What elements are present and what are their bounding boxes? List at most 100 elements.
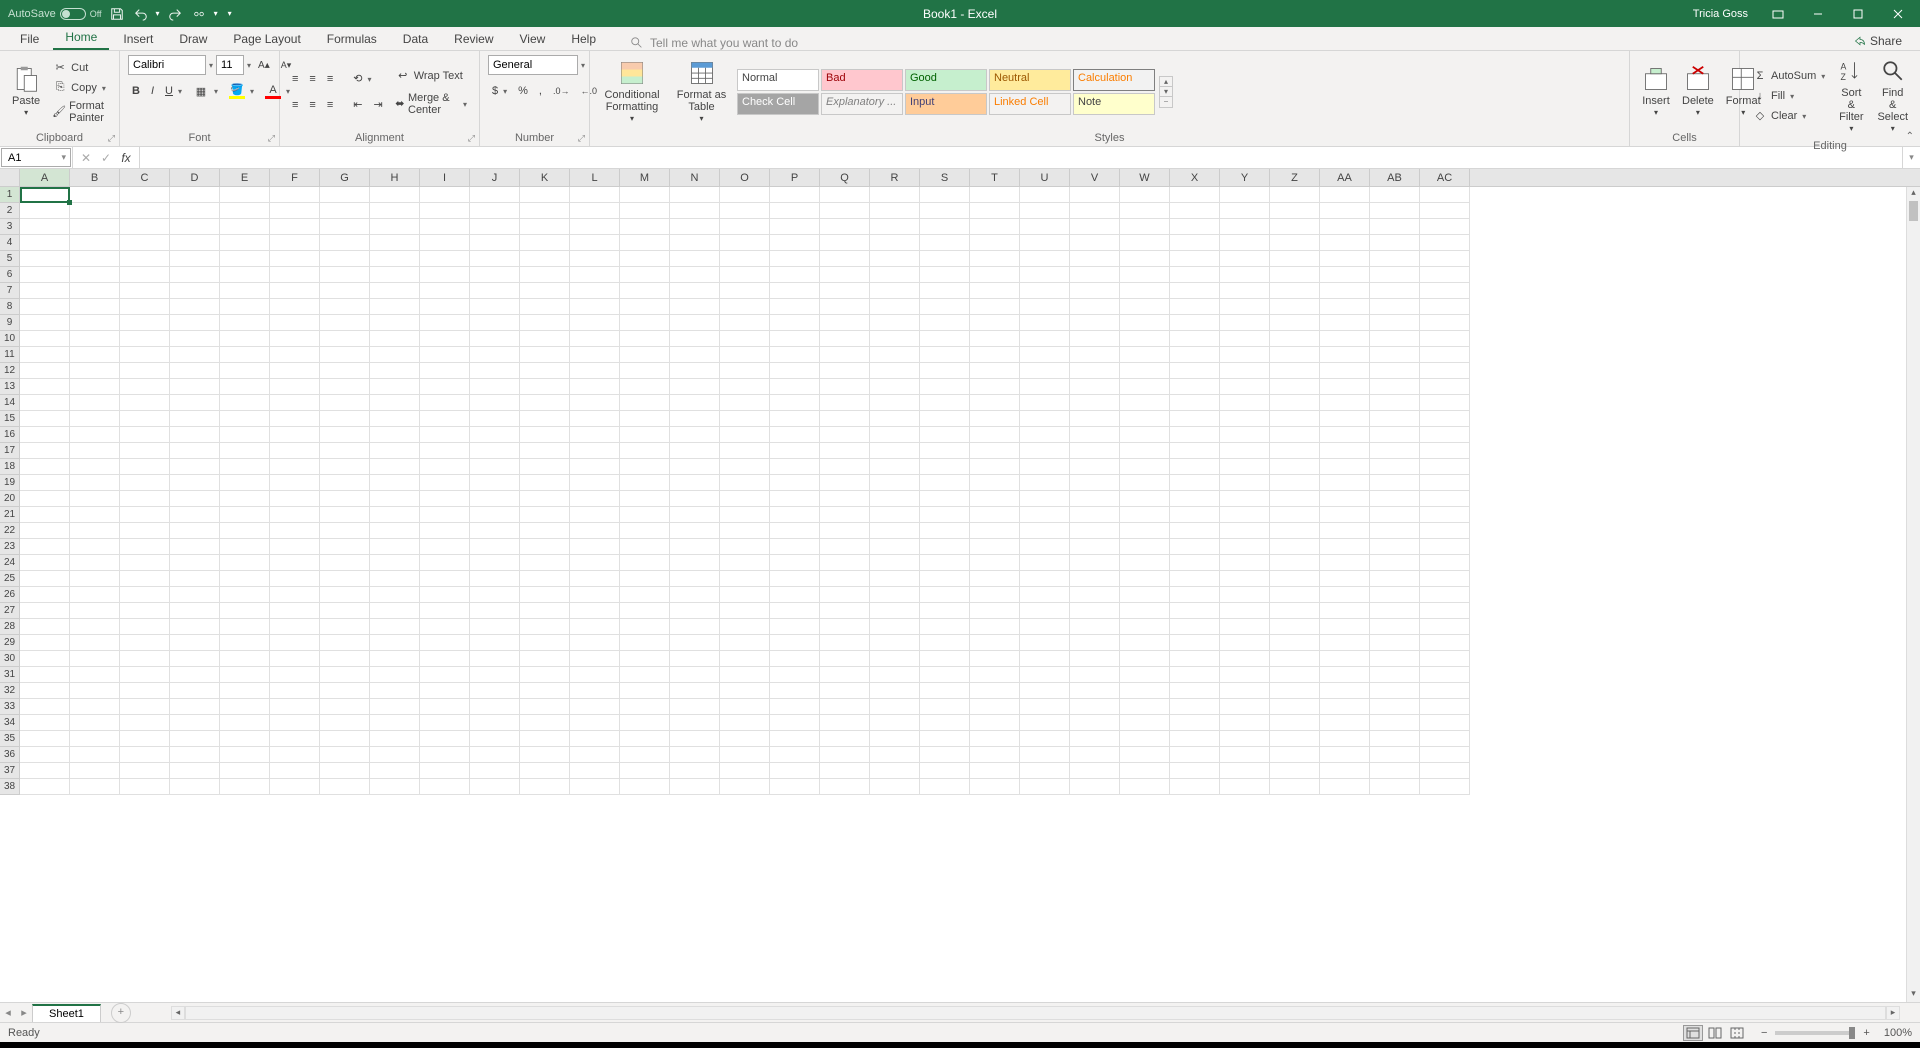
cell[interactable] — [170, 571, 220, 587]
cell[interactable] — [820, 699, 870, 715]
cell[interactable] — [670, 539, 720, 555]
cell[interactable] — [1020, 539, 1070, 555]
cell[interactable] — [670, 219, 720, 235]
cell[interactable] — [320, 347, 370, 363]
cell[interactable] — [670, 427, 720, 443]
cell[interactable] — [1320, 395, 1370, 411]
cell[interactable] — [1020, 587, 1070, 603]
style-neutral[interactable]: Neutral — [989, 69, 1071, 91]
cell[interactable] — [1170, 363, 1220, 379]
cell[interactable] — [820, 635, 870, 651]
column-header[interactable]: Q — [820, 169, 870, 186]
cell[interactable] — [1270, 187, 1320, 203]
cell[interactable] — [420, 283, 470, 299]
cell[interactable] — [1420, 427, 1470, 443]
cell[interactable] — [220, 443, 270, 459]
cell[interactable] — [720, 235, 770, 251]
cell[interactable] — [1120, 603, 1170, 619]
cell[interactable] — [1270, 395, 1320, 411]
cell[interactable] — [220, 587, 270, 603]
cell[interactable] — [620, 235, 670, 251]
sheet-nav-prev[interactable]: ◂ — [0, 1006, 16, 1019]
cell[interactable] — [1270, 603, 1320, 619]
cell[interactable] — [20, 203, 70, 219]
cell[interactable] — [1270, 315, 1320, 331]
cell[interactable] — [20, 747, 70, 763]
cell[interactable] — [820, 507, 870, 523]
enter-formula-button[interactable]: ✓ — [97, 151, 115, 165]
cell[interactable] — [520, 363, 570, 379]
cell[interactable] — [1020, 363, 1070, 379]
tab-data[interactable]: Data — [391, 28, 440, 50]
cell[interactable] — [70, 283, 120, 299]
cell[interactable] — [1420, 587, 1470, 603]
cell[interactable] — [570, 235, 620, 251]
cell[interactable] — [270, 379, 320, 395]
style-normal[interactable]: Normal — [737, 69, 819, 91]
cell[interactable] — [120, 587, 170, 603]
cell[interactable] — [70, 619, 120, 635]
cell[interactable] — [1270, 571, 1320, 587]
cell[interactable] — [920, 779, 970, 795]
cell[interactable] — [370, 763, 420, 779]
cell[interactable] — [770, 747, 820, 763]
cell[interactable] — [1420, 491, 1470, 507]
cell[interactable] — [70, 347, 120, 363]
cell[interactable] — [770, 363, 820, 379]
cell[interactable] — [1170, 715, 1220, 731]
cell[interactable] — [320, 411, 370, 427]
cell[interactable] — [1220, 507, 1270, 523]
cell[interactable] — [120, 475, 170, 491]
cell[interactable] — [370, 363, 420, 379]
cell[interactable] — [1370, 187, 1420, 203]
cell[interactable] — [720, 475, 770, 491]
cell[interactable] — [1270, 763, 1320, 779]
cell[interactable] — [420, 235, 470, 251]
cell[interactable] — [270, 395, 320, 411]
column-header[interactable]: F — [270, 169, 320, 186]
row-header[interactable]: 19 — [0, 475, 20, 491]
cell[interactable] — [670, 635, 720, 651]
cell[interactable] — [720, 267, 770, 283]
cell[interactable] — [1020, 203, 1070, 219]
cell[interactable] — [170, 523, 220, 539]
cell[interactable] — [1120, 763, 1170, 779]
cell[interactable] — [970, 203, 1020, 219]
column-header[interactable]: T — [970, 169, 1020, 186]
row-header[interactable]: 7 — [0, 283, 20, 299]
cell[interactable] — [920, 715, 970, 731]
cell[interactable] — [820, 267, 870, 283]
cell[interactable] — [1120, 219, 1170, 235]
row-header[interactable]: 21 — [0, 507, 20, 523]
cell[interactable] — [220, 523, 270, 539]
cell[interactable] — [1120, 507, 1170, 523]
cell[interactable] — [1320, 699, 1370, 715]
cell[interactable] — [1420, 187, 1470, 203]
cell[interactable] — [870, 779, 920, 795]
cell[interactable] — [1220, 603, 1270, 619]
cell[interactable] — [320, 363, 370, 379]
cell[interactable] — [1370, 475, 1420, 491]
cell[interactable] — [1420, 715, 1470, 731]
cell[interactable] — [770, 267, 820, 283]
cell[interactable] — [220, 459, 270, 475]
cell[interactable] — [270, 731, 320, 747]
cell[interactable] — [370, 491, 420, 507]
cell[interactable] — [220, 411, 270, 427]
cell[interactable] — [1370, 667, 1420, 683]
cell[interactable] — [670, 731, 720, 747]
cell[interactable] — [1420, 267, 1470, 283]
cell[interactable] — [670, 347, 720, 363]
cell[interactable] — [120, 363, 170, 379]
cell[interactable] — [70, 699, 120, 715]
row-header[interactable]: 9 — [0, 315, 20, 331]
cell[interactable] — [920, 251, 970, 267]
cell[interactable] — [1420, 763, 1470, 779]
cell[interactable] — [520, 667, 570, 683]
cell[interactable] — [470, 619, 520, 635]
number-format-select[interactable] — [488, 55, 578, 75]
cell[interactable] — [1420, 235, 1470, 251]
cell[interactable] — [1270, 779, 1320, 795]
column-header[interactable]: K — [520, 169, 570, 186]
cell[interactable] — [920, 555, 970, 571]
